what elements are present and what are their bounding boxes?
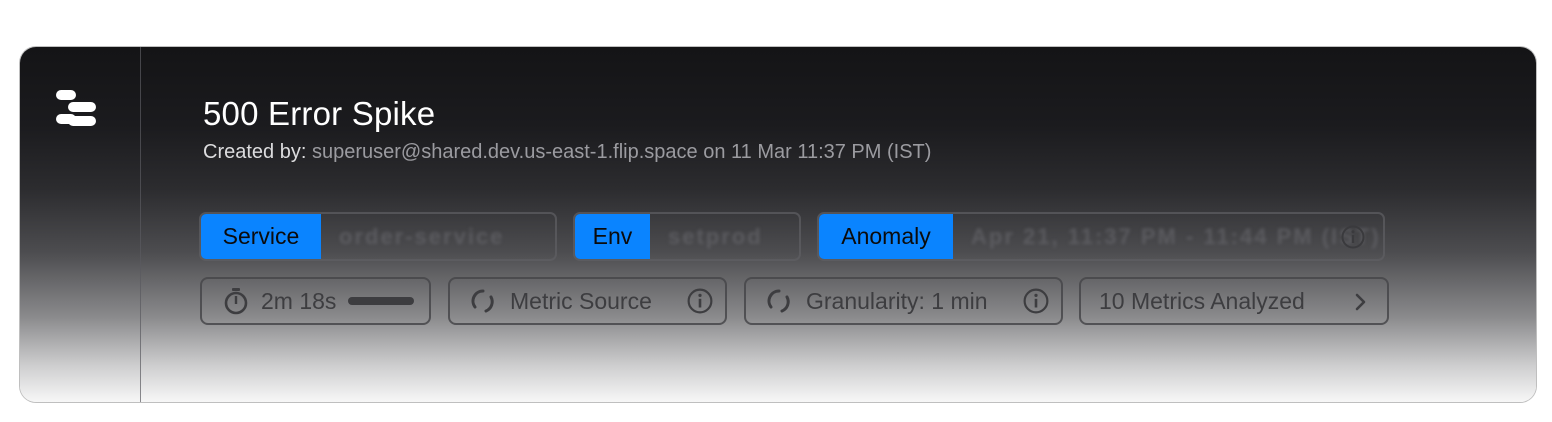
anomaly-tag[interactable]: Anomaly Apr 21, 11:37 PM - 11:44 PM (IST… [817,212,1385,261]
stopwatch-icon [224,288,248,315]
metrics-analyzed-label: 10 Metrics Analyzed [1099,287,1305,314]
env-tag[interactable]: Env setprod [573,212,801,261]
env-tag-value: setprod [668,223,763,249]
loading-spinner-icon [767,289,790,313]
anomaly-tag-value: Apr 21, 11:37 PM - 11:44 PM (IST) [971,223,1381,249]
logo-icon[interactable] [54,87,98,127]
created-by-label: Created by: [203,141,307,163]
progress-bar [348,297,415,305]
created-by-line: Created by: superuser@shared.dev.us-east… [203,141,931,164]
info-icon[interactable] [687,288,713,314]
metrics-analyzed-button[interactable]: 10 Metrics Analyzed [1079,277,1389,325]
page-title: 500 Error Spike [203,95,436,132]
created-by-value: superuser@shared.dev.us-east-1.flip.spac… [311,141,932,163]
granularity-pill[interactable]: Granularity: 1 min [744,277,1063,325]
service-tag-key: Service [201,214,321,259]
side-rail [20,47,141,402]
granularity-label: Granularity: 1 min [806,287,988,314]
chevron-right-icon [1355,293,1366,311]
metric-source-label: Metric Source [510,287,652,314]
info-icon[interactable] [1023,288,1049,314]
service-tag-value: order-service [339,223,505,249]
loading-spinner-icon [471,289,494,313]
elapsed-time: 2m 18s [261,287,337,314]
env-tag-key: Env [575,214,650,259]
anomaly-tag-key: Anomaly [819,214,953,259]
elapsed-timer: 2m 18s [200,277,431,325]
info-icon[interactable] [1341,225,1365,249]
metric-source-pill[interactable]: Metric Source [448,277,727,325]
rca-header-card: 500 Error Spike Created by: superuser@sh… [20,47,1536,402]
service-tag[interactable]: Service order-service [199,212,557,261]
